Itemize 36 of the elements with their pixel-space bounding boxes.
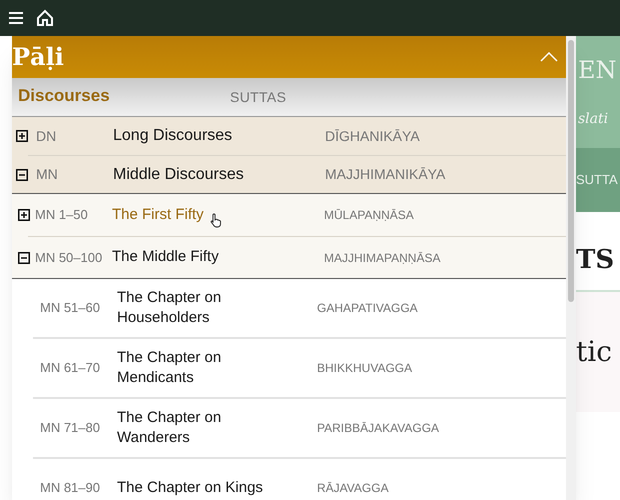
item-code: DN <box>35 126 58 146</box>
item-code: MN 81–90 <box>40 479 101 498</box>
banner-subtitle: slati <box>578 111 608 127</box>
heading-fragment: TS <box>576 244 614 277</box>
list-item[interactable]: DN Long Discourses DĪGHANIKĀYA <box>12 117 566 155</box>
item-pali-name: PARIBBĀJAKAVAGGA <box>317 420 440 437</box>
list-item[interactable]: MN Middle Discourses MAJJHIMANIKĀYA <box>12 156 566 194</box>
heading-fragment: tic <box>576 334 612 370</box>
panel-title: Pāḷi <box>12 45 64 69</box>
item-code: MN 71–80 <box>40 419 101 438</box>
list-item[interactable]: MN 1–50 The First Fifty MŪLAPAṆṆĀSA <box>12 194 566 236</box>
item-title[interactable]: The Chapter on Wanderers <box>117 408 317 448</box>
item-code: MN 1–50 <box>34 206 89 224</box>
item-code: MN <box>35 165 59 184</box>
item-code: MN 61–70 <box>40 359 101 378</box>
list-item[interactable]: MN 50–100 The Middle Fifty MAJJHIMAPAṆṆĀSA <box>12 237 566 279</box>
item-title[interactable]: The Chapter on Kings <box>117 478 317 498</box>
item-code: MN 50–100 <box>34 248 104 267</box>
section-title: Discourses <box>18 84 111 106</box>
item-title[interactable]: Middle Discourses <box>113 162 244 186</box>
item-title[interactable]: The Chapter on Mendicants <box>117 348 317 388</box>
item-code: MN 51–60 <box>40 299 101 318</box>
item-pali-name: GAHAPATIVAGGA <box>317 300 418 317</box>
item-pali-name: RĀJAVAGGA <box>317 480 389 497</box>
item-title[interactable]: The Middle Fifty <box>112 246 219 269</box>
item-pali-name: MŪLAPAṆṆĀSA <box>324 207 414 224</box>
item-title[interactable]: The First Fifty <box>112 204 204 226</box>
item-title[interactable]: Long Discourses <box>113 124 232 148</box>
list-item[interactable]: MN 81–90 The Chapter on Kings RĀJAVAGGA <box>12 459 566 500</box>
item-pali-name: MAJJHIMAPAṆṆĀSA <box>324 250 440 266</box>
item-title[interactable]: The Chapter on Householders <box>117 288 317 328</box>
item-pali-name: DĪGHANIKĀYA <box>325 126 420 146</box>
item-pali-name: BHIKKHUVAGGA <box>317 360 412 377</box>
section-subtitle: SUTTAS <box>230 88 286 107</box>
banner-title: EN <box>578 56 617 84</box>
item-pali-name: MAJJHIMANIKĀYA <box>325 165 446 184</box>
